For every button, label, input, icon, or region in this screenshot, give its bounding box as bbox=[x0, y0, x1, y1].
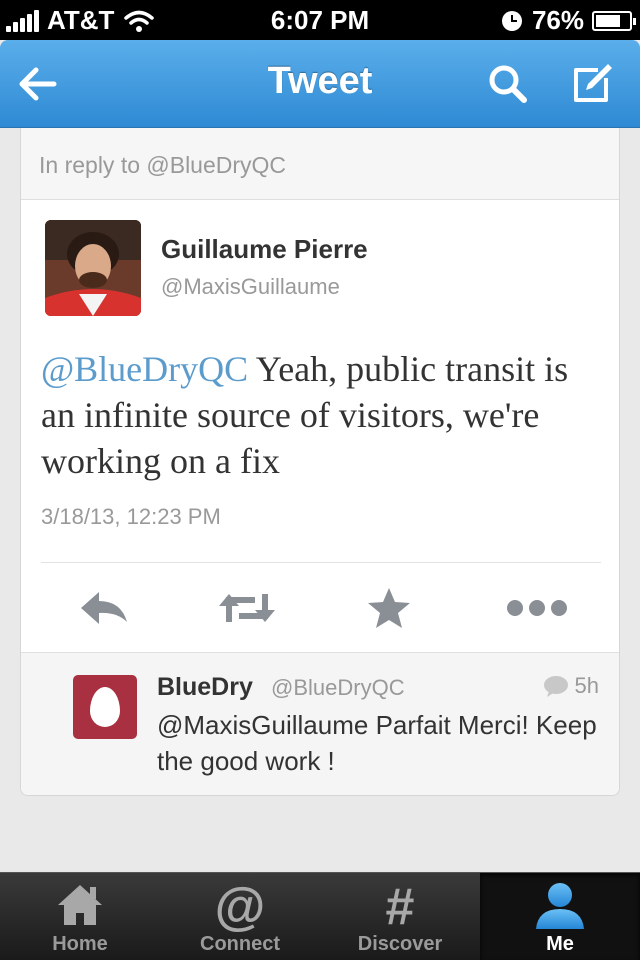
battery-percent: 76% bbox=[531, 5, 584, 35]
reply-avatar-egg-icon[interactable] bbox=[73, 675, 137, 739]
tab-home[interactable]: Home bbox=[0, 873, 160, 960]
author-photo bbox=[45, 220, 141, 316]
at-sign-icon: @ bbox=[214, 878, 266, 936]
reply-tweet[interactable]: BlueDry @BlueDryQC 5h @MaxisGuillaume Pa… bbox=[21, 652, 619, 795]
search-icon bbox=[489, 65, 527, 103]
in-reply-to-link[interactable]: In reply to @BlueDryQC bbox=[21, 128, 619, 200]
hashtag-icon: # bbox=[385, 878, 415, 936]
status-bar: AT&T 6:07 PM 76% bbox=[0, 0, 640, 40]
conversation-bubble-icon bbox=[543, 676, 568, 697]
favorite-button[interactable] bbox=[365, 586, 421, 630]
tab-bar: Home @ Connect # Discover Me bbox=[0, 872, 640, 960]
battery-fill bbox=[596, 14, 621, 27]
search-button[interactable] bbox=[484, 60, 532, 108]
compose-button[interactable] bbox=[568, 60, 616, 108]
tab-connect[interactable]: @ Connect bbox=[160, 873, 320, 960]
retweet-button[interactable] bbox=[217, 586, 275, 630]
home-icon bbox=[58, 885, 102, 925]
alarm-clock-icon bbox=[501, 10, 522, 31]
reply-time: 5h bbox=[574, 673, 599, 698]
tab-discover[interactable]: # Discover bbox=[320, 873, 480, 960]
reply-text: @MaxisGuillaume Parfait Merci! Keep the … bbox=[157, 710, 597, 776]
tab-discover-label: Discover bbox=[357, 933, 443, 955]
tweet-text: @BlueDryQC Yeah, public transit is an in… bbox=[41, 346, 601, 484]
status-right: 76% bbox=[501, 5, 636, 36]
nav-bar: Tweet bbox=[0, 40, 640, 128]
favorite-star-icon bbox=[368, 588, 410, 628]
reply-time-wrap: 5h bbox=[543, 673, 599, 699]
page-title: Tweet bbox=[267, 60, 373, 102]
retweet-icon bbox=[219, 594, 275, 622]
tab-me-label: Me bbox=[546, 933, 574, 955]
tweet-mention-link[interactable]: @BlueDryQC bbox=[41, 349, 248, 389]
reply-author-name[interactable]: BlueDry bbox=[157, 673, 253, 702]
tweet-card: In reply to @BlueDryQC Guillaume Pierre … bbox=[20, 128, 620, 796]
author-name[interactable]: Guillaume Pierre bbox=[161, 234, 368, 265]
tab-connect-label: Connect bbox=[200, 933, 280, 955]
compose-icon bbox=[574, 64, 612, 102]
person-icon bbox=[536, 883, 584, 929]
reply-button[interactable] bbox=[77, 586, 133, 630]
divider bbox=[41, 562, 601, 563]
tab-home-label: Home bbox=[52, 933, 108, 955]
tab-me[interactable]: Me bbox=[480, 873, 640, 960]
author-avatar[interactable] bbox=[45, 220, 141, 316]
tweet-timestamp: 3/18/13, 12:23 PM bbox=[41, 504, 221, 529]
author-handle[interactable]: @MaxisGuillaume bbox=[161, 274, 340, 300]
reply-icon bbox=[81, 592, 127, 624]
reply-author-handle[interactable]: @BlueDryQC bbox=[271, 675, 405, 701]
more-button[interactable] bbox=[505, 586, 567, 630]
egg-icon bbox=[90, 687, 120, 727]
tweet-header: Guillaume Pierre @MaxisGuillaume bbox=[21, 200, 619, 316]
more-dots-icon bbox=[507, 600, 567, 616]
battery-icon bbox=[592, 10, 636, 31]
